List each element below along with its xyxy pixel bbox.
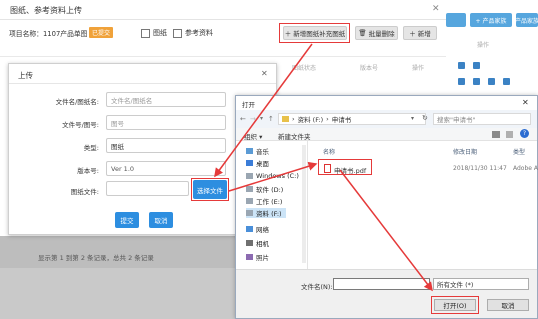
arrow-to-choose-file: [214, 43, 313, 178]
annotation-arrows: [214, 43, 433, 292]
arrow-to-file: [228, 161, 318, 192]
arrow-to-open-button: [339, 169, 433, 292]
